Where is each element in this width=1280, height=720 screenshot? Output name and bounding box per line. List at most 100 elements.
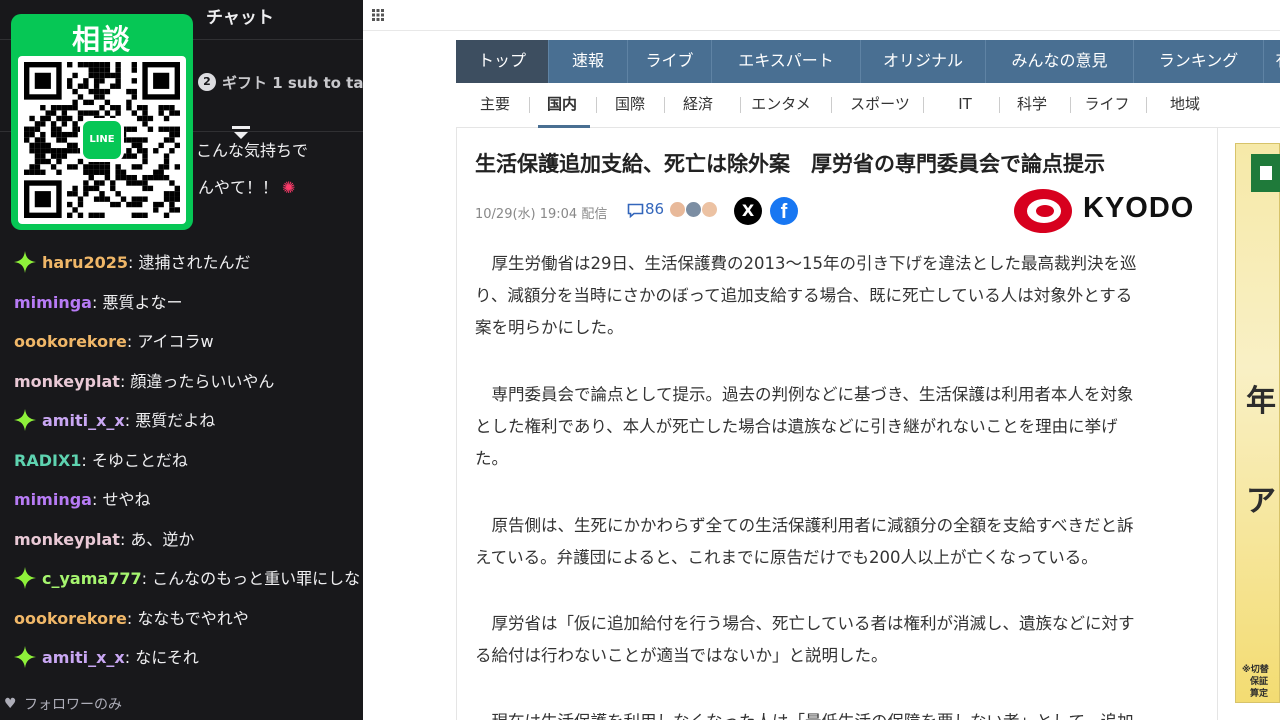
facebook-share-icon[interactable]: f: [770, 197, 798, 225]
category-separator: [922, 97, 924, 113]
chat-message-text: せやね: [102, 490, 151, 509]
category-tab[interactable]: 経済: [673, 83, 723, 128]
kyodo-logo-icon: [1014, 189, 1072, 233]
category-tab[interactable]: スポーツ: [840, 83, 920, 128]
category-tab[interactable]: IT: [945, 83, 985, 128]
category-navigation: 主要 国内 国際 経済 エンタメ スポーツ IT 科学 ライフ 地域: [456, 83, 1280, 128]
category-tab[interactable]: エンタメ: [741, 83, 821, 128]
chat-username[interactable]: oookorekore: [14, 609, 127, 628]
source-name: KYODO: [1083, 192, 1195, 224]
chat-message-text: 逮捕されたんだ: [138, 253, 251, 272]
chat-message: monkeyplat: あ、逆か: [14, 528, 194, 552]
sparkle-badge-icon: [14, 567, 36, 589]
chat-username[interactable]: c_yama777: [42, 569, 142, 588]
line-logo-icon: LINE: [80, 118, 124, 162]
chat-username[interactable]: haru2025: [42, 253, 128, 272]
x-share-icon[interactable]: X: [734, 197, 762, 225]
chat-username[interactable]: oookorekore: [14, 332, 127, 351]
chat-username[interactable]: monkeyplat: [14, 372, 120, 391]
category-tab[interactable]: 科学: [1007, 83, 1057, 128]
chat-message-text: アイコラw: [137, 332, 214, 351]
chat-message: miminga: 悪質よなー: [14, 291, 182, 315]
article-line: り、減額分を当時にさかのぼって追加支給する場合、既に死亡している人は対象外とする: [475, 286, 1133, 305]
chat-message-text: 悪質よなー: [102, 293, 183, 312]
nav-tab[interactable]: オリジナル: [861, 40, 986, 83]
anger-emote-icon: ✺: [282, 178, 296, 197]
category-tab[interactable]: 国際: [605, 83, 655, 128]
chat-message: miminga: せやね: [14, 488, 150, 512]
comment-icon[interactable]: [627, 203, 644, 218]
category-tab[interactable]: 国内: [537, 83, 587, 128]
chat-colon: :: [81, 451, 92, 470]
chat-message: monkeyplat: 顔違ったらいいやん: [14, 370, 274, 394]
article-paragraph: 現在は生活保護を利用しなくなった人は「最低生活の保障を要しない者」として、追加: [475, 706, 1203, 720]
chat-colon: :: [126, 609, 138, 628]
sparkle-badge-icon: [14, 251, 36, 273]
nav-tab[interactable]: ライブ: [628, 40, 712, 83]
line-consult-qr-card[interactable]: 相談 LINE: [11, 14, 193, 230]
nav-tab[interactable]: 有: [1264, 40, 1280, 83]
category-separator: [596, 97, 597, 113]
chat-message: amiti_x_x: なにそれ: [14, 646, 199, 670]
ad-text: 算定: [1250, 689, 1269, 699]
article-line: 厚労省は「仮に追加給付を行う場合、死亡している者は権利が消滅し、遺族などに対す: [475, 614, 1135, 633]
heart-icon: ♥: [4, 696, 17, 712]
chat-colon: :: [141, 569, 153, 588]
category-separator: [1069, 97, 1071, 113]
side-advertisement[interactable]: 年 ア ※切替 保証 算定: [1235, 143, 1280, 703]
article-paragraph: 厚労省は「仮に追加給付を行う場合、死亡している者は権利が消滅し、遺族などに対する…: [475, 608, 1203, 672]
chat-message: amiti_x_x: 悪質だよね: [14, 409, 215, 433]
chat-colon: :: [91, 293, 103, 312]
category-tab[interactable]: ライフ: [1077, 83, 1137, 128]
article-paragraph: 専門委員会で論点として提示。過去の判例などに基づき、生活保護は利用者本人を対象と…: [475, 379, 1203, 475]
nav-tab[interactable]: トップ: [456, 40, 549, 83]
article-paragraph: 厚生労働省は29日、生活保護費の2013～15年の引き下げを違法とした最高裁判決…: [475, 248, 1203, 344]
apps-grid-icon[interactable]: [372, 9, 384, 21]
chat-username[interactable]: miminga: [14, 490, 92, 509]
chat-username[interactable]: amiti_x_x: [42, 648, 125, 667]
chat-colon: :: [91, 490, 103, 509]
category-separator: [830, 97, 832, 113]
sparkle-badge-icon: [14, 646, 36, 668]
nav-tab[interactable]: エキスパート: [712, 40, 861, 83]
article-line: 原告側は、生死にかかわらず全ての生活保護利用者に減額分の全額を支給すべきだと訴: [475, 516, 1134, 535]
browser-content: トップ速報ライブエキスパートオリジナルみんなの意見ランキング有 主要国内国際経済…: [363, 0, 1280, 720]
article-paragraph: 原告側は、生死にかかわらず全ての生活保護利用者に減額分の全額を支給すべきだと訴え…: [475, 510, 1203, 574]
nav-tab[interactable]: ランキング: [1134, 40, 1264, 83]
article-headline: 生活保護追加支給、死亡は除外案 厚労省の専門委員会で論点提示: [475, 152, 1105, 176]
category-separator: [664, 97, 665, 113]
commenter-avatar: [669, 201, 686, 218]
ad-text: ア: [1246, 484, 1276, 519]
gift-count-badge: 2: [198, 73, 216, 91]
ad-logo: [1251, 154, 1280, 192]
chat-message-text: なにそれ: [135, 648, 199, 667]
chat-message: c_yama777: こんなのもっと重い罪にしな: [14, 567, 360, 591]
chat-username[interactable]: miminga: [14, 293, 92, 312]
article-line: 専門委員会で論点として提示。過去の判例などに基づき、生活保護は利用者本人を対象: [475, 385, 1134, 404]
news-article: 生活保護追加支給、死亡は除外案 厚労省の専門委員会で論点提示 10/29(水) …: [456, 128, 1218, 720]
article-line: 厚生労働省は29日、生活保護費の2013～15年の引き下げを違法とした最高裁判決…: [475, 254, 1137, 273]
article-line: 案を明らかにした。: [475, 318, 624, 337]
toolbar-divider: [363, 30, 1280, 31]
chat-message-text: あ、逆か: [130, 530, 195, 549]
category-separator: [1146, 97, 1147, 113]
category-tab[interactable]: 地域: [1160, 83, 1210, 128]
nav-tab[interactable]: 速報: [549, 40, 628, 83]
article-date: 10/29(水) 19:04 配信: [475, 207, 608, 222]
chat-username[interactable]: RADIX1: [14, 451, 81, 470]
chat-message-text: 悪質だよね: [135, 411, 216, 430]
article-line: た。: [475, 449, 508, 468]
category-tab[interactable]: 主要: [470, 83, 520, 128]
line-logo-text: LINE: [89, 134, 115, 145]
ad-text: 年: [1246, 384, 1276, 419]
chat-username[interactable]: monkeyplat: [14, 530, 120, 549]
chat-message: haru2025: 逮捕されたんだ: [14, 251, 251, 275]
category-separator: [528, 97, 530, 113]
comment-count[interactable]: 86: [645, 200, 664, 218]
nav-tab[interactable]: みんなの意見: [986, 40, 1134, 83]
chat-message-text: 顔違ったらいいやん: [130, 372, 275, 391]
gift-text[interactable]: ギフト 1 sub to take: [222, 72, 363, 93]
chat-colon: :: [128, 253, 139, 272]
commenter-avatar: [701, 201, 718, 218]
chat-username[interactable]: amiti_x_x: [42, 411, 125, 430]
